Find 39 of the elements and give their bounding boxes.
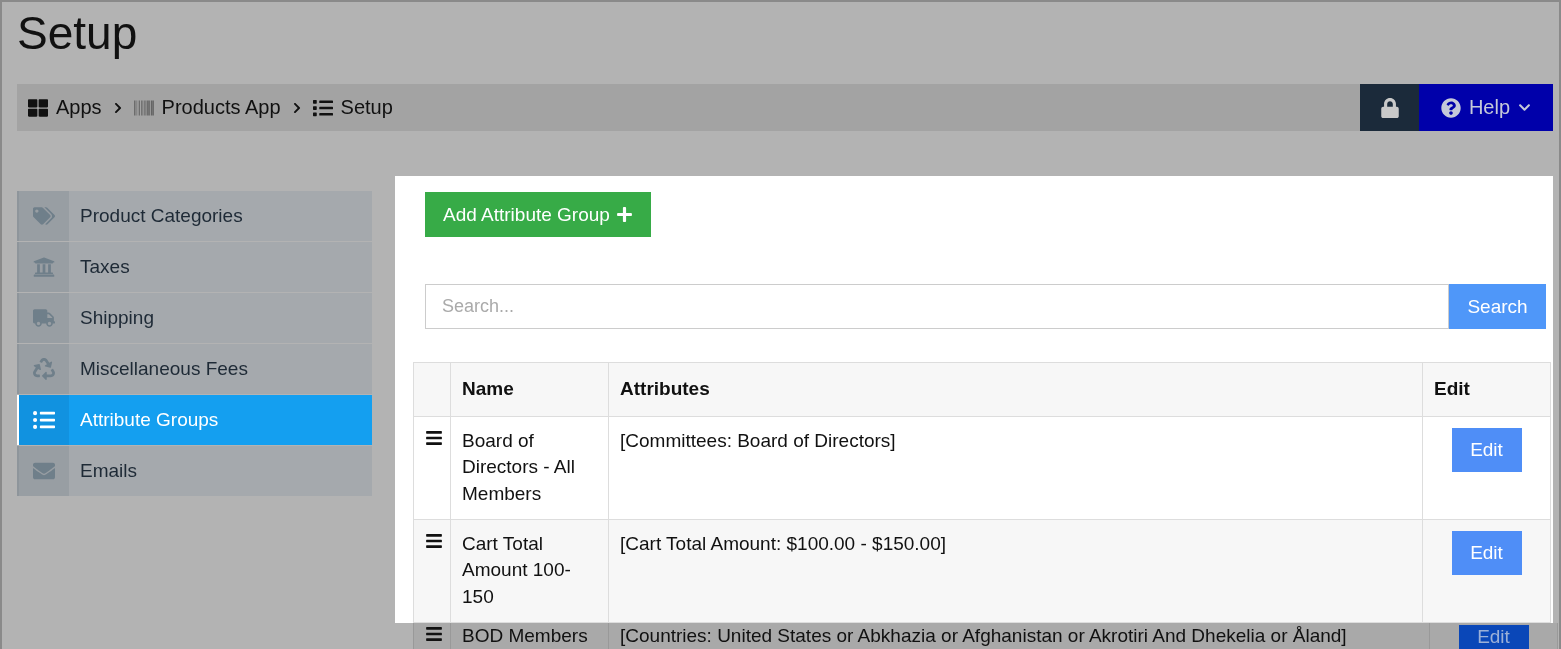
sidebar-item[interactable]: Product Categories: [17, 191, 372, 241]
edit-button[interactable]: Edit: [1451, 530, 1522, 575]
help-icon: [1440, 97, 1461, 118]
table-cell: Board of Directors - All Members: [451, 416, 609, 520]
lock-icon: [1379, 97, 1400, 118]
search-field[interactable]: Search...: [425, 284, 1449, 329]
table-header-cell: Name: [451, 362, 609, 417]
tags-icon: [33, 205, 55, 227]
breadcrumb-link[interactable]: Setup: [312, 96, 393, 119]
table-cell: [Committees: Board of Directors]: [609, 416, 1423, 520]
envelope-icon: [33, 460, 55, 482]
edit-button[interactable]: Edit: [1458, 624, 1529, 649]
plus-icon: [615, 206, 633, 223]
truck-icon: [33, 307, 55, 329]
edit-button[interactable]: Edit: [1451, 427, 1522, 472]
drag-handle-icon[interactable]: [425, 531, 443, 550]
table-cell: [Countries: United States or Abkhazia or Afghanistan or Akrotiri And Dhekelia or Åland]: [609, 622, 1430, 649]
table-cell: BOD Members: [451, 622, 609, 649]
sidebar-item[interactable]: Emails: [17, 446, 372, 496]
sidebar-item[interactable]: Miscellaneous Fees: [17, 344, 372, 394]
list-icon: [33, 409, 55, 431]
table-header-cell: Edit: [1423, 362, 1551, 417]
breadcrumb-link[interactable]: Apps: [28, 96, 102, 119]
bank-icon: [33, 256, 55, 278]
table-cell: [Cart Total Amount: $100.00 - $150.00]: [609, 519, 1423, 623]
page-title: Setup: [17, 6, 139, 61]
recycle-icon: [33, 358, 55, 380]
sidebar-item[interactable]: Taxes: [17, 242, 372, 292]
grid-icon: [28, 97, 48, 118]
sidebar-item[interactable]: Shipping: [17, 293, 372, 343]
help-button[interactable]: Help: [1419, 84, 1553, 131]
list-icon: [312, 97, 333, 118]
caret-icon: [1518, 101, 1532, 114]
lock-button[interactable]: [1360, 84, 1419, 131]
drag-handle-icon[interactable]: [425, 428, 443, 447]
breadcrumb-link[interactable]: Products App: [133, 96, 281, 119]
table-cell: Cart Total Amount 100-150: [451, 519, 609, 623]
table-header-cell: Attributes: [609, 362, 1423, 417]
drag-handle-icon[interactable]: [425, 624, 443, 643]
